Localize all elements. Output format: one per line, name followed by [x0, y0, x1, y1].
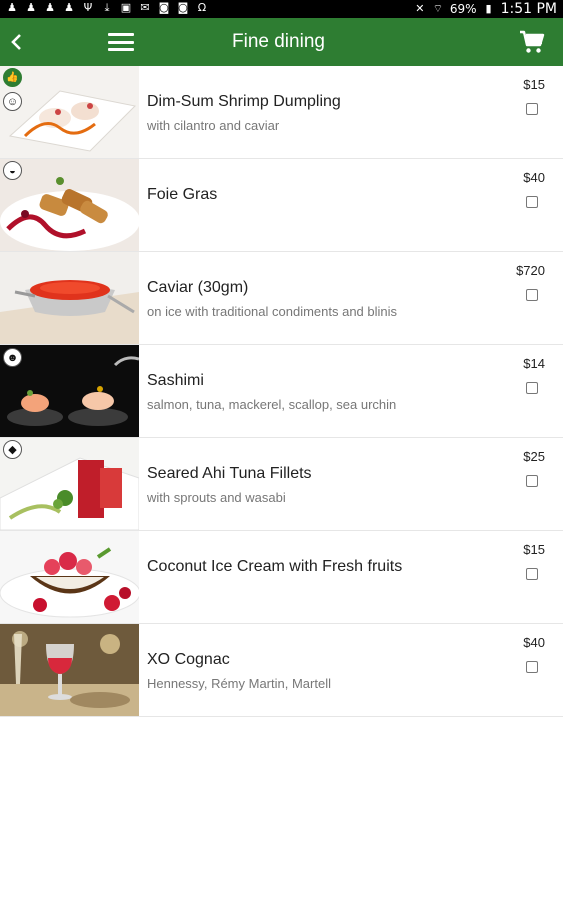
- list-item[interactable]: Caviar (30gm) on ice with traditional co…: [0, 252, 563, 345]
- image-icon: ▣: [120, 1, 132, 14]
- camera-icon: ◙: [177, 1, 189, 14]
- item-name: Seared Ahi Tuna Fillets: [147, 465, 312, 482]
- battery-icon: ▮: [485, 2, 492, 15]
- back-button[interactable]: [4, 28, 28, 56]
- duck-icon: ◒: [3, 161, 22, 180]
- item-price: $40: [523, 635, 545, 650]
- dish-photo: ◆: [0, 438, 139, 530]
- item-name: XO Cognac: [147, 651, 230, 668]
- item-checkbox[interactable]: [526, 475, 538, 487]
- list-item[interactable]: 👍 ☺ Dim-Sum Shrimp Dumpling with cilantr…: [0, 66, 563, 159]
- battery-percent: 69%: [449, 2, 477, 16]
- item-price: $720: [516, 263, 545, 278]
- item-price: $25: [523, 449, 545, 464]
- clock: 1:51 PM: [500, 1, 557, 17]
- list-item[interactable]: ◆ Seared Ahi Tuna Fillets with sprouts a…: [0, 438, 563, 531]
- shopping-cart-icon: [520, 30, 545, 53]
- hamburger-menu-icon: [108, 33, 134, 36]
- mute-icon: ✕: [415, 2, 425, 15]
- dish-photo: [0, 252, 139, 344]
- item-checkbox[interactable]: [526, 196, 538, 208]
- item-description: with sprouts and wasabi: [147, 490, 286, 505]
- item-checkbox[interactable]: [526, 568, 538, 580]
- list-item[interactable]: XO Cognac Hennessy, Rémy Martin, Martell…: [0, 624, 563, 717]
- person-icon: ♟: [26, 1, 36, 14]
- system-icons: ✕ ⌔ 69% ▮ 1:51 PM: [414, 0, 557, 18]
- camera-icon: ◙: [158, 1, 170, 14]
- person-icon: ♟: [64, 1, 74, 14]
- app-bar: Fine dining: [0, 18, 563, 66]
- item-price: $15: [523, 542, 545, 557]
- item-description: on ice with traditional condiments and b…: [147, 304, 398, 319]
- fish-icon: ☻: [3, 348, 22, 367]
- usb-icon: Ψ: [83, 1, 93, 14]
- item-checkbox[interactable]: [526, 103, 538, 115]
- item-name: Caviar (30gm): [147, 279, 249, 296]
- dish-photo: [0, 624, 139, 716]
- mail-icon: ✉: [140, 1, 150, 14]
- item-name: Foie Gras: [147, 186, 218, 203]
- dish-photo: 👍 ☺: [0, 66, 139, 158]
- thumbs-up-icon: 👍: [3, 68, 22, 87]
- person-icon: ♟: [7, 1, 17, 14]
- wifi-icon: ⌔: [432, 2, 444, 15]
- chevron-left-icon: [11, 34, 21, 50]
- item-name: Coconut Ice Cream with Fresh fruits: [147, 558, 403, 575]
- item-name: Dim-Sum Shrimp Dumpling: [147, 93, 341, 110]
- item-price: $14: [523, 356, 545, 371]
- item-name: Sashimi: [147, 372, 204, 389]
- page-title: Fine dining: [232, 31, 325, 52]
- menu-list: 👍 ☺ Dim-Sum Shrimp Dumpling with cilantr…: [0, 66, 563, 717]
- status-bar: ♟ ♟ ♟ ♟ Ψ ⤓ ▣ ✉ ◙ ◙ Ω ✕ ⌔ 69% ▮ 1:51 PM: [0, 0, 563, 18]
- person-icon: ♟: [45, 1, 55, 14]
- item-price: $40: [523, 170, 545, 185]
- item-checkbox[interactable]: [526, 289, 538, 301]
- item-price: $15: [523, 77, 545, 92]
- item-description: Hennessy, Rémy Martin, Martell: [147, 676, 331, 691]
- menu-button[interactable]: [108, 30, 134, 54]
- chef-icon: ☺: [3, 92, 22, 111]
- list-item[interactable]: ◒ Foie Gras $40: [0, 159, 563, 252]
- dish-photo: ☻: [0, 345, 139, 437]
- notification-icons: ♟ ♟ ♟ ♟ Ψ ⤓ ▣ ✉ ◙ ◙ Ω: [6, 1, 208, 15]
- list-item[interactable]: Coconut Ice Cream with Fresh fruits $15: [0, 531, 563, 624]
- item-description: with cilantro and caviar: [147, 118, 280, 133]
- fish-icon: ◆: [3, 440, 22, 459]
- list-item[interactable]: ☻ Sashimi salmon, tuna, mackerel, scallo…: [0, 345, 563, 438]
- dish-photo: ◒: [0, 159, 139, 251]
- headset-icon: Ω: [197, 1, 207, 14]
- item-checkbox[interactable]: [526, 661, 538, 673]
- download-icon: ⤓: [104, 1, 110, 14]
- cart-button[interactable]: [519, 30, 545, 54]
- item-checkbox[interactable]: [526, 382, 538, 394]
- dish-photo: [0, 531, 139, 623]
- item-description: salmon, tuna, mackerel, scallop, sea urc…: [147, 397, 397, 412]
